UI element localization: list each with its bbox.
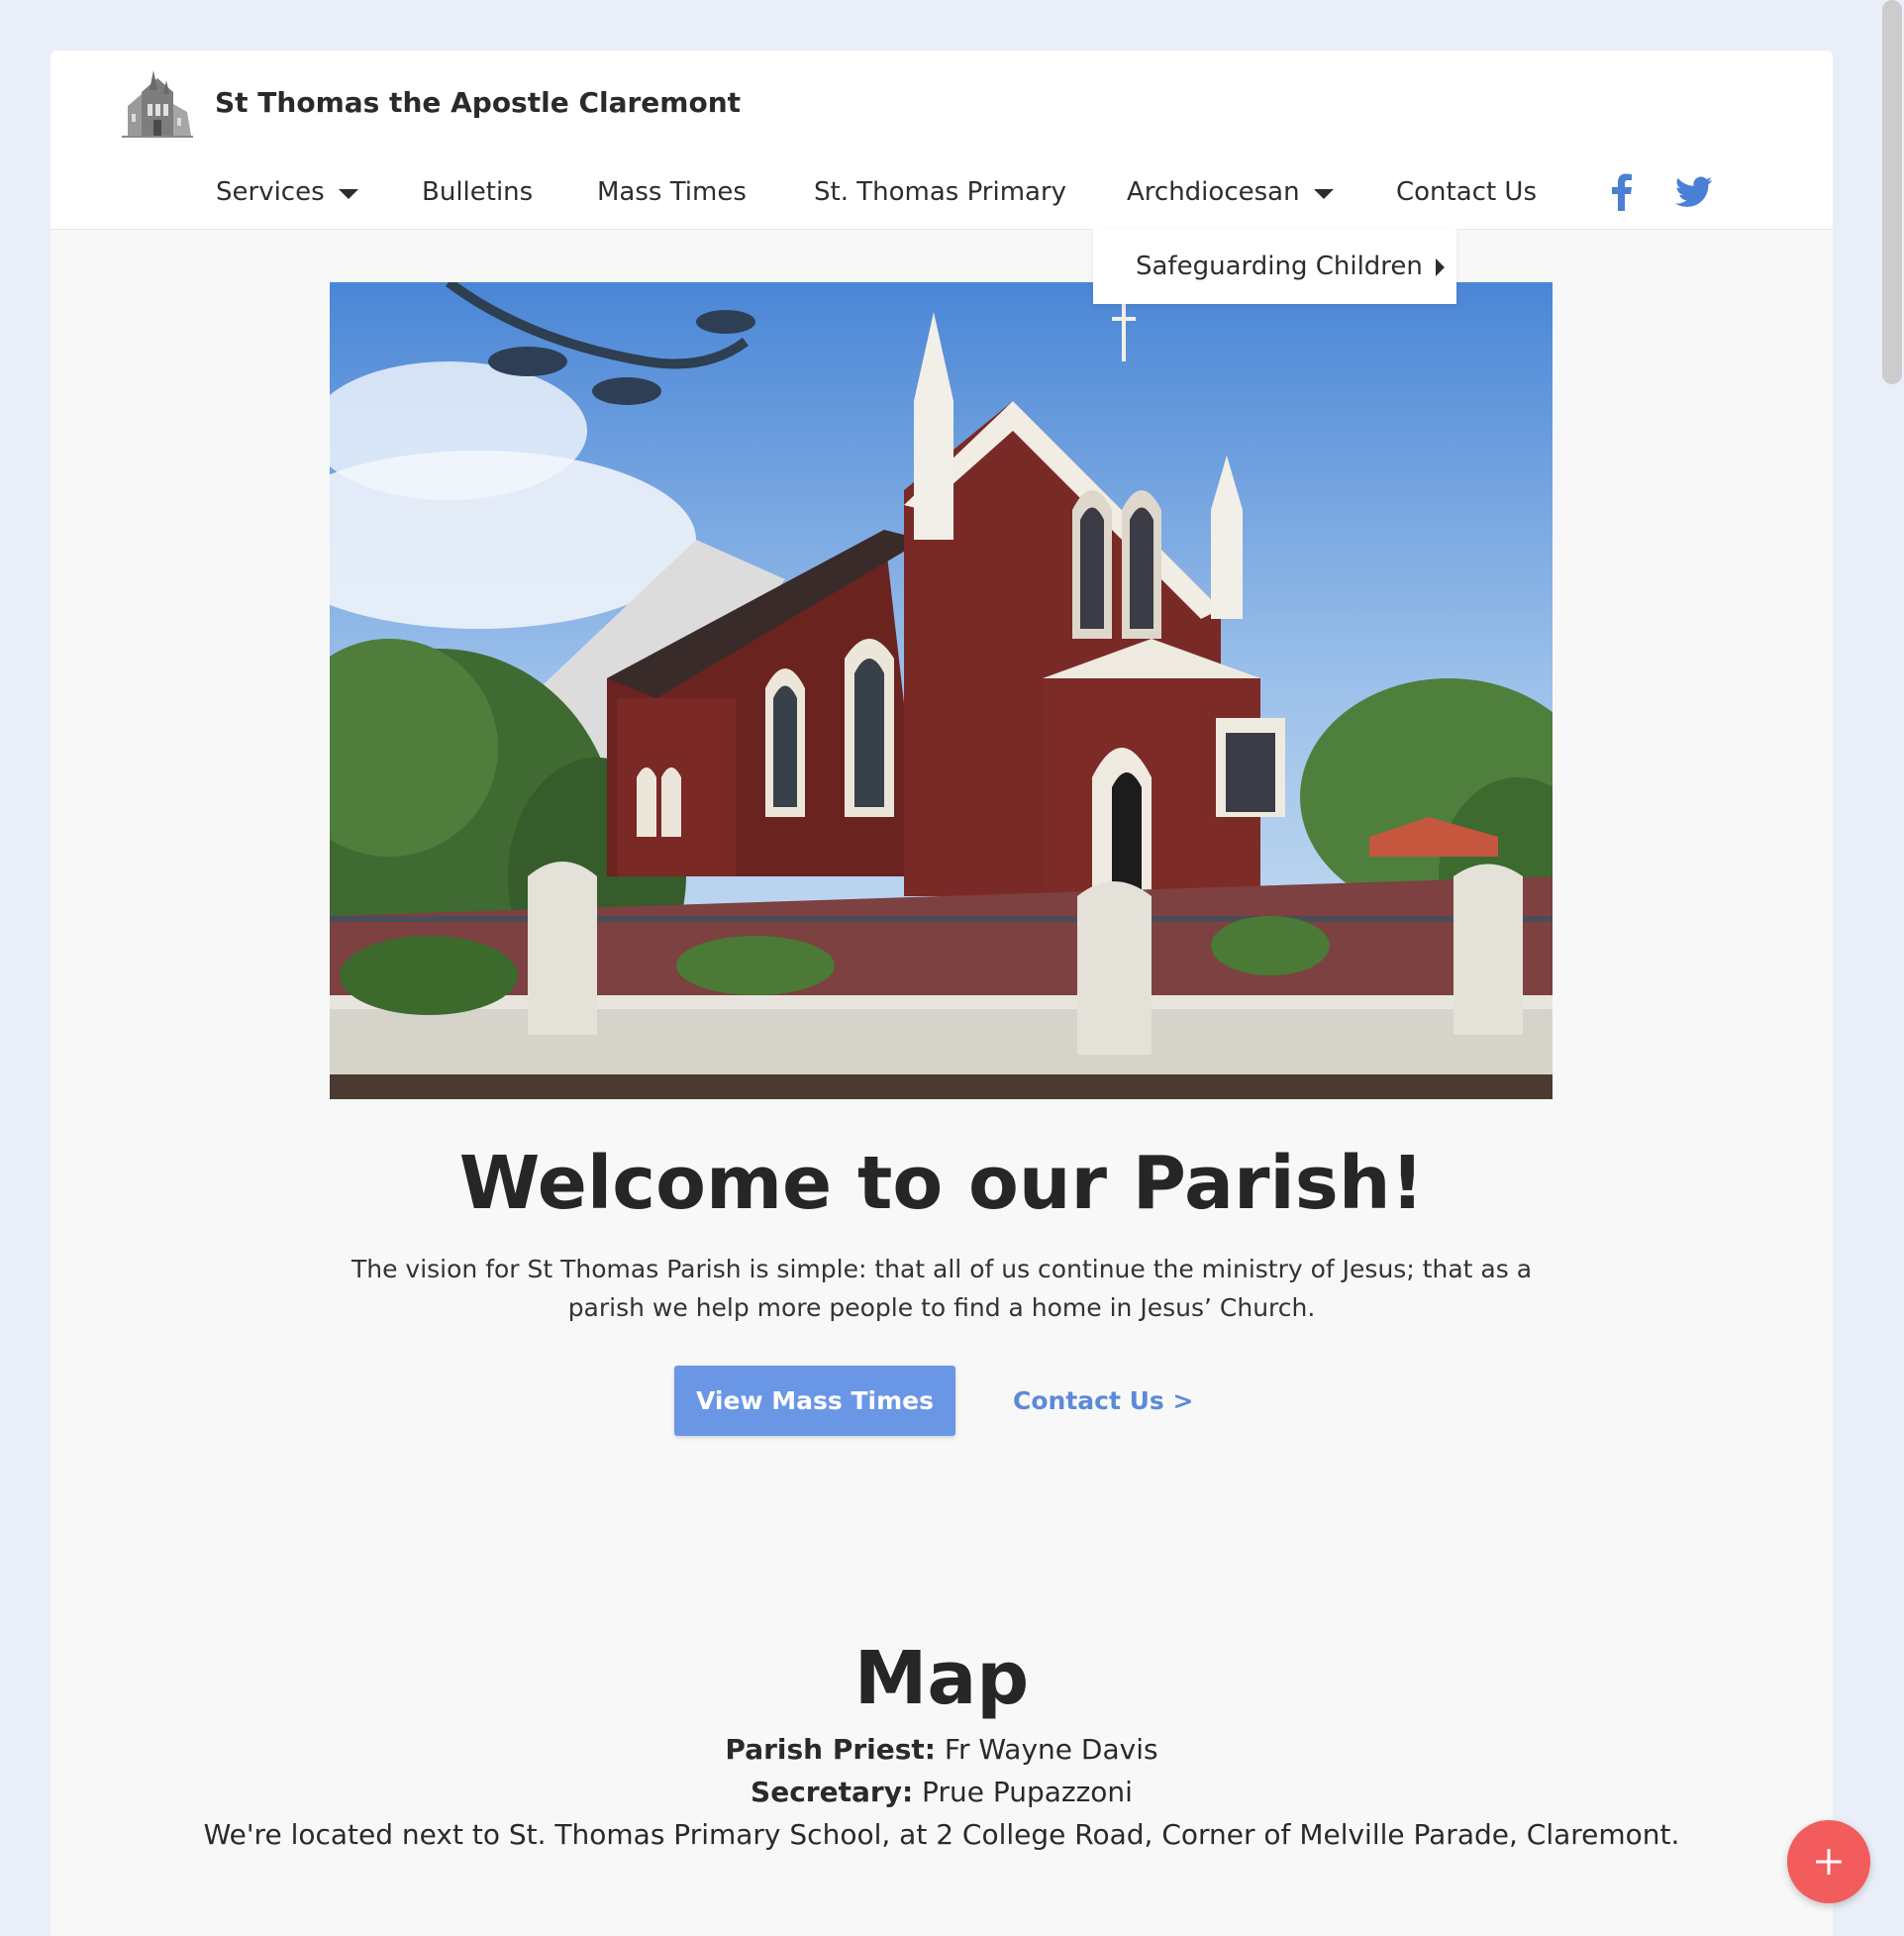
dropdown-item-safeguarding-children[interactable]: Safeguarding Children	[1136, 252, 1423, 281]
hero-church-image	[330, 282, 1553, 1099]
main-nav: Services Bulletins Mass Times St. Thomas…	[0, 165, 1782, 219]
nav-st-thomas-primary-label: St. Thomas Primary	[814, 177, 1067, 207]
scrollbar-thumb[interactable]	[1882, 0, 1902, 384]
parish-priest-label: Parish Priest:	[725, 1733, 937, 1766]
archdiocesan-dropdown[interactable]: Safeguarding Children	[1093, 229, 1456, 304]
parish-priest-line: Parish Priest: Fr Wayne Davis	[50, 1733, 1833, 1766]
welcome-heading: Welcome to our Parish!	[458, 1141, 1425, 1226]
contact-us-link[interactable]: Contact Us >	[1013, 1366, 1193, 1436]
secretary-label: Secretary:	[751, 1776, 914, 1808]
church-photo-icon	[330, 282, 1553, 1099]
twitter-icon[interactable]	[1675, 165, 1713, 219]
nav-services[interactable]: Services	[216, 165, 358, 219]
plus-icon	[1816, 1849, 1842, 1875]
nav-archdiocesan[interactable]: Archdiocesan	[1127, 165, 1334, 219]
chevron-down-icon	[1313, 188, 1334, 199]
view-mass-times-button[interactable]: View Mass Times	[674, 1366, 955, 1436]
nav-mass-times-label: Mass Times	[597, 177, 747, 207]
nav-bulletins-label: Bulletins	[422, 177, 534, 207]
secretary-line: Secretary: Prue Pupazzoni	[50, 1776, 1833, 1808]
location-text: We're located next to St. Thomas Primary…	[203, 1818, 1680, 1851]
add-fab-button[interactable]	[1787, 1820, 1870, 1903]
nav-contact-us[interactable]: Contact Us	[1396, 165, 1537, 219]
site-title: St Thomas the Apostle Claremont	[215, 85, 742, 119]
nav-services-label: Services	[216, 177, 325, 207]
facebook-icon[interactable]	[1611, 165, 1633, 219]
parish-priest-name: Fr Wayne Davis	[944, 1733, 1158, 1766]
chevron-down-icon	[338, 188, 358, 199]
nav-st-thomas-primary[interactable]: St. Thomas Primary	[814, 165, 1066, 219]
nav-archdiocesan-label: Archdiocesan	[1127, 177, 1300, 207]
map-heading: Map	[853, 1636, 1030, 1721]
welcome-text: The vision for St Thomas Parish is simpl…	[351, 1255, 1533, 1322]
nav-mass-times[interactable]: Mass Times	[597, 165, 747, 219]
secretary-name: Prue Pupazzoni	[922, 1776, 1133, 1808]
nav-bulletins[interactable]: Bulletins	[422, 165, 533, 219]
chevron-right-icon	[1436, 258, 1445, 276]
church-logo-icon	[120, 64, 195, 140]
nav-contact-us-label: Contact Us	[1396, 177, 1537, 207]
brand[interactable]: St Thomas the Apostle Claremont	[120, 64, 741, 140]
